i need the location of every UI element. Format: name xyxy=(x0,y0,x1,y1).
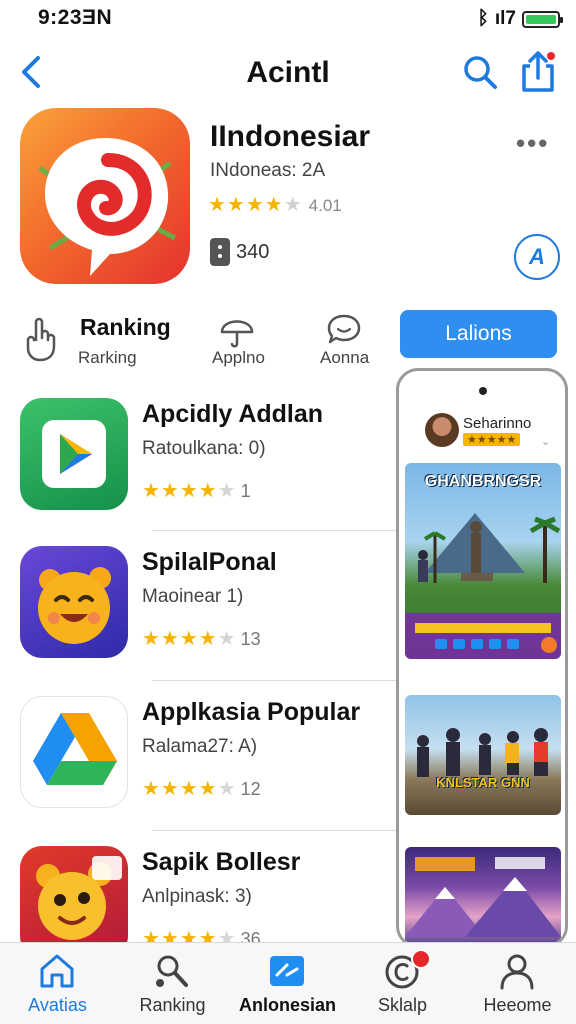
drive-triangle-icon xyxy=(20,696,128,808)
search-person-icon xyxy=(156,955,188,987)
hand-icon[interactable] xyxy=(22,316,62,362)
tab-home-profile[interactable]: Heeome xyxy=(460,943,575,1024)
app-meta: Ralama27: A) xyxy=(142,736,258,757)
app-grid-icon xyxy=(270,956,304,986)
app-rating-count: 1 xyxy=(240,481,251,501)
list-item[interactable]: Applkasia Popular Ralama27: A) ★★★★★ 12 xyxy=(0,696,395,836)
signal-icon: ıl7 xyxy=(494,8,516,29)
app-name: SpilalPonal xyxy=(142,548,277,576)
tab-label: Heeome xyxy=(483,995,552,1015)
umbrella-icon[interactable] xyxy=(218,312,256,348)
tab-home[interactable]: Avatias xyxy=(0,943,115,1024)
tab-label: Sklalp xyxy=(377,995,428,1015)
list-item[interactable]: SpilalPonal Maoinear 1) ★★★★★ 13 xyxy=(0,546,395,686)
tab-bar: Avatias Ranking Anlonesian Sklalp Heeome xyxy=(0,942,576,1024)
notification-badge xyxy=(411,949,431,969)
featured-app-name[interactable]: IIndonesiar xyxy=(210,120,370,154)
featured-rating: ★★★★★ 4.01 xyxy=(208,192,342,217)
app-meta: Anlpinask: 3) xyxy=(142,886,252,907)
preview-screenshot-3[interactable] xyxy=(405,847,561,945)
tab-label: Avatias xyxy=(28,995,87,1015)
preview-profile-name: Seharinno xyxy=(463,415,532,432)
divider xyxy=(152,530,396,531)
featured-badge: 340 xyxy=(210,238,269,266)
app-rating: ★★★★★ 13 xyxy=(142,628,261,650)
nav-bar: Acintl xyxy=(0,40,576,104)
divider xyxy=(152,680,396,681)
smiley-face-icon xyxy=(20,546,128,658)
status-right: ᛒ ıl7 xyxy=(477,8,563,30)
category-title: Ranking xyxy=(80,314,171,340)
category-item-ranking[interactable]: Rarking xyxy=(78,348,137,368)
preview-screenshot-1[interactable]: GHANBRNGSR xyxy=(405,463,561,659)
search-icon[interactable] xyxy=(460,52,500,92)
spiral-bubble-icon xyxy=(38,138,177,276)
tab-label: Ranking xyxy=(139,995,206,1015)
app-rating-count: 13 xyxy=(240,629,261,649)
featured-action-button[interactable]: A xyxy=(514,234,560,280)
app-name: Sapik Bollesr xyxy=(142,848,301,876)
battery-icon xyxy=(522,10,563,28)
avatar xyxy=(425,413,459,447)
featured-app-icon[interactable] xyxy=(20,108,190,284)
landscape-illustration xyxy=(405,513,561,659)
list-item[interactable]: Apcidly Addlan Ratoulkana: 0) ★★★★★ 1 xyxy=(0,398,395,538)
preview-shot2-title: KNLSTAR GNN xyxy=(436,775,530,790)
camera-dot xyxy=(479,387,487,395)
app-name: Applkasia Popular xyxy=(142,698,361,726)
more-options-icon[interactable]: ••• xyxy=(516,128,549,159)
app-meta: Ratoulkana: 0) xyxy=(142,438,266,459)
app-rating-count: 12 xyxy=(240,779,261,799)
screenshot-preview-phone[interactable]: Seharinno ★★★★★ ⌄ GHANBRNGSR KNLSTAR GNN xyxy=(396,368,568,948)
featured-badge-value: 340 xyxy=(236,240,270,263)
crowd-illustration xyxy=(417,728,548,777)
app-rating: ★★★★★ 12 xyxy=(142,778,261,800)
bluetooth-icon: ᛒ xyxy=(477,8,489,29)
tab-ranking[interactable]: Ranking xyxy=(115,943,230,1024)
chat-bubble-icon[interactable] xyxy=(326,312,362,346)
home-icon xyxy=(40,954,74,988)
info-icon xyxy=(210,238,230,266)
divider xyxy=(152,830,396,831)
featured-app-subtitle: INdoneas: 2A xyxy=(210,160,326,181)
person-icon xyxy=(500,954,534,990)
play-store-icon xyxy=(20,398,128,510)
star-rating-icon: ★★★★★ xyxy=(208,194,303,216)
status-time: 9:23ƎN xyxy=(38,6,113,29)
mountain-illustration xyxy=(405,857,561,937)
status-bar: 9:23ƎN ᛒ ıl7 xyxy=(0,0,576,36)
share-icon[interactable] xyxy=(518,50,558,94)
preview-screenshot-2[interactable]: KNLSTAR GNN xyxy=(405,695,561,815)
preview-profile-stars: ★★★★★ xyxy=(463,433,521,446)
tab-sklalp[interactable]: Sklalp xyxy=(345,943,460,1024)
category-item-aonna[interactable]: Aonna xyxy=(320,348,369,368)
tab-anlonesian[interactable]: Anlonesian xyxy=(230,943,345,1024)
tab-label: Anlonesian xyxy=(238,995,336,1015)
category-item-apps[interactable]: Applno xyxy=(212,348,265,368)
app-meta: Maoinear 1) xyxy=(142,586,244,607)
featured-rating-count: 4.01 xyxy=(308,196,342,215)
lessons-button[interactable]: Lalions xyxy=(400,310,557,358)
app-name: Apcidly Addlan xyxy=(142,400,324,428)
chevron-down-icon[interactable]: ⌄ xyxy=(541,435,550,448)
app-rating: ★★★★★ 1 xyxy=(142,480,251,502)
